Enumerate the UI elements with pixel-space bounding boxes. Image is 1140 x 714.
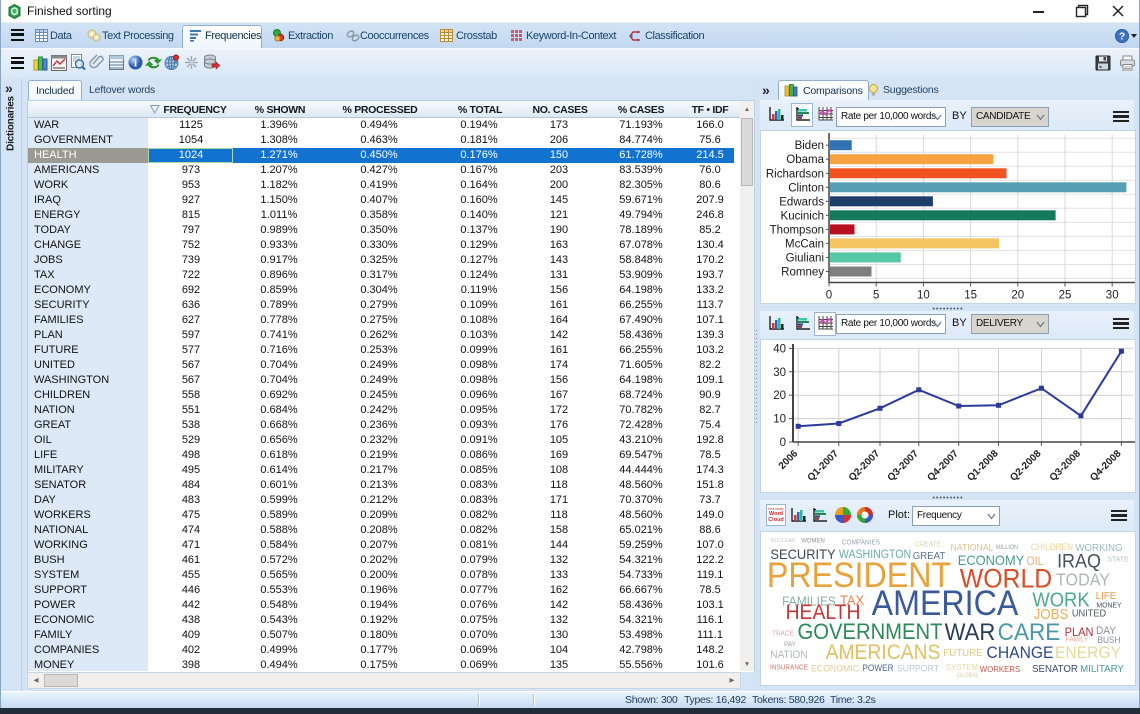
svg-text:30: 30 — [1106, 290, 1119, 302]
svg-text:30: 30 — [773, 367, 786, 379]
svg-text:20: 20 — [1011, 290, 1024, 302]
svg-text:2006: 2006 — [777, 448, 801, 472]
svg-text:Biden: Biden — [795, 140, 824, 152]
svg-text:Obama: Obama — [786, 154, 824, 166]
svg-text:40: 40 — [773, 343, 786, 355]
svg-text:5: 5 — [873, 290, 879, 302]
svg-text:Edwards: Edwards — [779, 196, 824, 208]
svg-text:10: 10 — [917, 290, 930, 302]
svg-text:10: 10 — [773, 414, 786, 426]
svg-text:Cloud: Cloud — [768, 517, 784, 523]
svg-text:Q2-2008: Q2-2008 — [1008, 448, 1044, 484]
svg-text:0: 0 — [826, 290, 832, 302]
svg-text:15: 15 — [964, 290, 977, 302]
svg-text:25: 25 — [1059, 290, 1072, 302]
svg-text:Q1-2008: Q1-2008 — [965, 448, 1001, 484]
svg-text:?: ? — [1119, 32, 1125, 43]
svg-text:Romney: Romney — [781, 267, 824, 279]
svg-text:Kucinich: Kucinich — [781, 210, 824, 222]
svg-text:Q3-2008: Q3-2008 — [1048, 448, 1084, 484]
svg-text:Q1-2007: Q1-2007 — [806, 448, 842, 484]
svg-text:Q2-2007: Q2-2007 — [847, 448, 883, 484]
svg-text:i: i — [134, 58, 137, 70]
svg-text:0: 0 — [780, 437, 786, 449]
svg-text:Thompson: Thompson — [770, 224, 824, 236]
svg-text:Q4-2007: Q4-2007 — [926, 448, 962, 484]
svg-text:Richardson: Richardson — [766, 168, 824, 180]
svg-text:McCain: McCain — [785, 238, 824, 250]
svg-text:Giuliani: Giuliani — [786, 252, 824, 264]
svg-text:Q4-2008: Q4-2008 — [1088, 448, 1124, 484]
svg-text:Clinton: Clinton — [788, 182, 824, 194]
svg-text:Q3-2007: Q3-2007 — [886, 448, 922, 484]
svg-text:20: 20 — [773, 390, 786, 402]
